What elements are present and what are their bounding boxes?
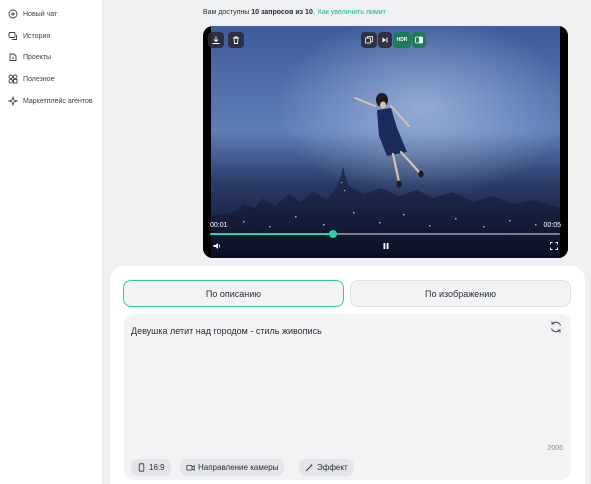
volume-button[interactable]	[211, 240, 223, 252]
camera-direction-chip[interactable]: Направление камеры	[180, 459, 285, 476]
duration: 00:05	[543, 222, 561, 229]
sidebar-item-projects[interactable]: Проекты	[8, 50, 51, 64]
generation-panel: По описанию По изображению Девушка летит…	[110, 266, 585, 484]
camera-direction-label: Направление камеры	[198, 463, 279, 472]
skip-forward-icon	[382, 37, 388, 43]
increase-limit-link[interactable]: Как увеличить лимит	[318, 9, 386, 16]
effect-label: Эффект	[317, 463, 348, 472]
sidebar: Новый чат История Проекты Полезное Марке…	[0, 0, 103, 484]
limit-count: 10 запросов из 10	[251, 9, 313, 16]
copy-button[interactable]	[361, 32, 377, 48]
hdr-toggle[interactable]: HDR	[393, 32, 411, 48]
pause-icon	[383, 243, 389, 249]
compare-toggle[interactable]	[412, 32, 426, 48]
sidebar-item-label: Новый чат	[23, 10, 58, 18]
phone-icon	[138, 463, 145, 472]
progress-knob[interactable]	[328, 230, 337, 238]
fullscreen-icon	[550, 242, 558, 250]
copy-icon	[365, 36, 373, 44]
video-toolbar: HDR	[361, 32, 426, 48]
sidebar-item-useful[interactable]: Полезное	[8, 72, 54, 86]
aspect-ratio-chip[interactable]: 16:9	[131, 459, 171, 476]
sidebar-item-label: История	[23, 32, 51, 40]
sidebar-item-history[interactable]: История	[8, 29, 50, 43]
progress-fill	[210, 233, 333, 235]
video-frame	[203, 26, 568, 258]
chat-history-icon	[8, 32, 17, 40]
contrast-icon	[415, 36, 423, 44]
refresh-icon[interactable]	[549, 320, 563, 334]
download-icon	[212, 36, 220, 44]
magic-wand-icon	[305, 463, 313, 472]
skip-button[interactable]	[378, 32, 392, 48]
progress-track[interactable]	[210, 230, 560, 238]
aspect-ratio-label: 16:9	[149, 463, 165, 472]
request-limit-notice: Вам доступны 10 запросов из 10. Как увели…	[203, 9, 386, 16]
trash-icon	[233, 36, 239, 44]
limit-suffix: .	[312, 9, 315, 16]
current-time: 00:01	[210, 222, 228, 229]
prompt-input[interactable]: Девушка летит над городом - стиль живопи…	[124, 314, 571, 480]
sidebar-item-new-chat[interactable]: Новый чат	[8, 7, 57, 21]
limit-prefix: Вам доступны	[203, 9, 252, 16]
sidebar-item-label: Проекты	[23, 53, 52, 61]
plus-circle-icon	[8, 9, 18, 19]
video-player[interactable]: HDR 00:01 00:05	[203, 26, 568, 258]
hdr-badge: HDR	[393, 35, 411, 45]
sparkle-icon	[8, 96, 18, 106]
tab-by-image[interactable]: По изображению	[350, 280, 571, 307]
grid-icon	[8, 74, 18, 84]
prompt-text[interactable]: Девушка летит над городом - стиль живопи…	[131, 326, 322, 336]
sidebar-item-label: Маркетплейс агентов	[23, 97, 93, 105]
download-button[interactable]	[208, 32, 224, 48]
char-count: 2006	[547, 445, 563, 452]
camera-icon	[186, 465, 195, 471]
delete-button[interactable]	[228, 32, 244, 48]
pause-button[interactable]	[380, 240, 392, 252]
projects-icon	[9, 53, 17, 61]
fullscreen-button[interactable]	[548, 240, 560, 252]
sidebar-item-marketplace[interactable]: Маркетплейс агентов	[8, 94, 93, 108]
sidebar-item-label: Полезное	[23, 75, 55, 83]
volume-icon	[213, 243, 220, 249]
tab-by-description[interactable]: По описанию	[123, 280, 344, 307]
effect-chip[interactable]: Эффект	[299, 459, 354, 476]
